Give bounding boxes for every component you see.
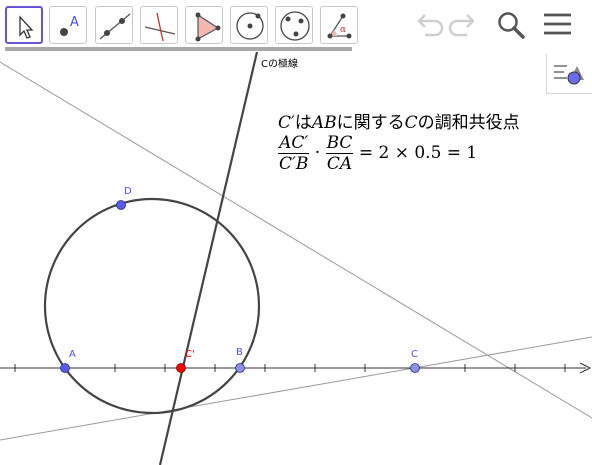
fraction-ac-cb-numerator: AC′ (278, 133, 310, 154)
equation-result: = 2 × 0.5 = 1 (358, 143, 478, 163)
point-c[interactable] (410, 363, 420, 373)
circle-through-points-tool[interactable] (275, 6, 313, 44)
tangent-line-lower[interactable] (0, 336, 592, 441)
point-tool-letter: A (70, 15, 79, 30)
point-tool[interactable]: A (49, 6, 87, 44)
fraction-bc-ca-denominator: CA (326, 154, 353, 174)
undo-button[interactable] (411, 8, 445, 42)
point-a[interactable] (60, 363, 70, 373)
annot-cprime: C′ (278, 113, 295, 133)
multiply-dot: · (314, 143, 321, 163)
annot-c: C (404, 113, 418, 133)
point-b-label: B (236, 347, 243, 358)
angle-tool[interactable]: α (320, 6, 358, 44)
circle-center-point-tool[interactable] (230, 6, 268, 44)
annot-ha: は (294, 113, 312, 133)
fraction-bc-ca-numerator: BC (325, 133, 354, 154)
point-c-prime-label: C' (185, 349, 195, 360)
move-tool[interactable] (5, 6, 43, 44)
point-c-prime[interactable] (176, 363, 186, 373)
fraction-ac-cb: AC′ C′B (278, 133, 310, 174)
search-icon (498, 12, 525, 39)
angle-icon: α (327, 13, 352, 39)
polar-line-label: Cの極線 (261, 57, 298, 70)
search-button[interactable] (494, 8, 528, 42)
point-c-label: C (411, 349, 418, 360)
annot-text: に関する (336, 113, 405, 133)
point-icon: A (60, 15, 79, 36)
graphics-view[interactable]: A B C C' D Cの極線 (0, 0, 592, 465)
perpendicular-icon (144, 12, 176, 42)
angle-tool-alpha: α (340, 25, 346, 35)
point-a-label: A (69, 349, 76, 360)
fraction-ac-cb-denominator: C′B (279, 154, 309, 174)
polar-line[interactable] (158, 51, 259, 465)
annotation-title: C′はABに関するCの調和共役点 (278, 108, 520, 133)
line-icon (99, 13, 131, 40)
annotation-equation: AC′ C′B · BC CA = 2 × 0.5 = 1 (278, 133, 477, 174)
menu-button[interactable] (540, 8, 574, 42)
redo-button[interactable] (447, 8, 481, 42)
cursor-arrow-icon (19, 15, 34, 39)
point-b[interactable] (235, 363, 245, 373)
perpendicular-line-tool[interactable] (140, 6, 178, 44)
annot-ab: AB (311, 113, 337, 133)
fraction-bc-ca: BC CA (325, 133, 354, 174)
circle[interactable] (43, 197, 261, 415)
point-d[interactable] (116, 200, 126, 210)
polygon-icon (195, 12, 221, 42)
toolbar-underline (5, 47, 352, 51)
menu-icon (544, 13, 571, 35)
line-tool[interactable] (95, 6, 133, 44)
undo-icon (417, 14, 444, 37)
circle-three-points-icon (280, 11, 310, 41)
redo-icon (448, 14, 475, 37)
annot-tail: の調和共役点 (417, 113, 520, 133)
style-bar-toggle[interactable] (546, 54, 592, 94)
toolbar: A α (0, 0, 592, 52)
style-bar-icon (554, 65, 584, 85)
circle-center-icon (236, 12, 264, 40)
point-d-label: D (124, 186, 132, 197)
polygon-tool[interactable] (185, 6, 223, 44)
